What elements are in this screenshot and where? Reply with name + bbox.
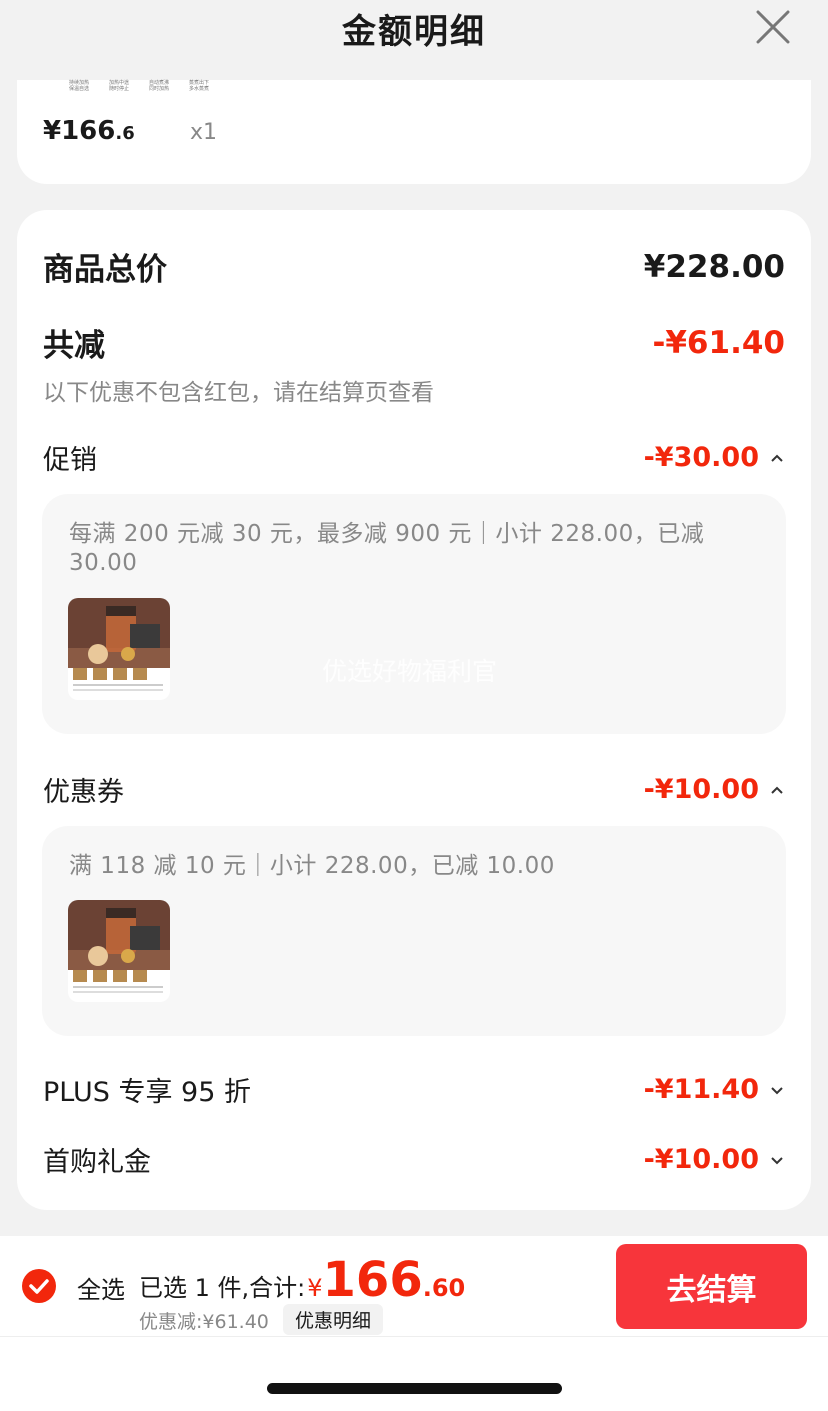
coupon-value-wrap: -¥10.00 [644,774,785,805]
coupon-label: 优惠券 [43,777,124,808]
plus-value-wrap: -¥11.40 [644,1074,785,1105]
redpacket-note: 以下优惠不包含红包，请在结算页查看 [43,380,434,406]
modal-header: 金额明细 [0,0,828,70]
discount-summary: 优惠减:¥61.40 [139,1311,269,1333]
modal-title: 金额明细 [342,11,486,52]
product-image-captions: 持续加热 保温自选 加热中途 随时停止 自动煮沸 同时加热 蒸煮出下 多水蒸煮 [69,80,215,92]
caption: 加热中途 随时停止 [109,80,130,92]
select-all-checkbox[interactable] [22,1269,56,1303]
chevron-down-icon[interactable] [769,1152,785,1168]
coupon-description: 满 118 减 10 元｜小计 228.00，已减 10.00 [69,853,555,879]
chevron-up-icon[interactable] [769,782,785,798]
checkout-button[interactable]: 去结算 [616,1244,807,1329]
item-quantity: x1 [190,120,218,145]
price-breakdown-card: 商品总价 ¥228.00 共减 -¥61.40 以下优惠不包含红包，请在结算页查… [17,210,811,1210]
promo-row[interactable]: 促销 -¥30.00 [43,438,785,477]
coupon-row[interactable]: 优惠券 -¥10.00 [43,770,785,809]
total-reduce-value: -¥61.40 [652,324,786,361]
total-amount-dec: .60 [422,1274,466,1302]
total-amount-int: 166 [322,1252,423,1308]
first-purchase-value: -¥10.00 [643,1144,759,1175]
total-price-value: ¥228.00 [643,248,785,285]
product-card: 持续加热 保温自选 加热中途 随时停止 自动煮沸 同时加热 蒸煮出下 多水蒸煮 … [17,80,811,184]
home-indicator[interactable] [267,1383,562,1394]
chevron-down-icon[interactable] [769,1082,785,1098]
total-reduce-row: 共减 -¥61.40 [43,320,785,365]
plus-discount-label: PLUS 专享 95 折 [43,1077,251,1108]
chevron-up-icon[interactable] [769,450,785,466]
checkout-bar: 全选 已选 1 件,合计: ¥ 166 .60 优惠减:¥61.40 优惠明细 … [0,1236,828,1336]
product-thumbnail[interactable] [68,598,170,700]
order-summary: 已选 1 件,合计: ¥ 166 .60 [139,1252,465,1308]
select-all-label[interactable]: 全选 [77,1270,125,1305]
first-purchase-label: 首购礼金 [43,1147,151,1178]
promo-detail-panel: 每满 200 元减 30 元，最多减 900 元｜小计 228.00，已减 30… [42,494,786,734]
item-price: ¥166.6 [43,116,135,146]
promo-value: -¥30.00 [643,442,759,473]
discount-detail-button[interactable]: 优惠明细 [283,1304,384,1335]
caption: 自动煮沸 同时加热 [149,80,170,92]
selected-count-text: 已选 1 件,合计: [139,1274,306,1302]
caption: 持续加热 保温自选 [69,80,90,92]
close-icon[interactable] [754,8,792,46]
product-thumbnail[interactable] [68,900,170,1002]
caption: 蒸煮出下 多水蒸煮 [189,80,210,92]
home-indicator-area [0,1336,828,1411]
total-reduce-label: 共减 [43,328,105,364]
plus-discount-value: -¥11.40 [643,1074,759,1105]
total-price-label: 商品总价 [43,252,167,288]
coupon-detail-panel: 满 118 减 10 元｜小计 228.00，已减 10.00 [42,826,786,1036]
promo-value-wrap: -¥30.00 [644,442,785,473]
promo-description: 每满 200 元减 30 元，最多减 900 元｜小计 228.00，已减 30… [69,521,705,576]
promo-label: 促销 [43,445,97,476]
total-price-row: 商品总价 ¥228.00 [43,244,785,289]
first-purchase-row[interactable]: 首购礼金 -¥10.00 [43,1140,785,1179]
plus-discount-row[interactable]: PLUS 专享 95 折 -¥11.40 [43,1070,785,1109]
first-purchase-value-wrap: -¥10.00 [644,1144,785,1175]
watermark-text: 优选好物福利官 [322,657,498,686]
total-currency: ¥ [307,1274,323,1302]
coupon-value: -¥10.00 [643,774,759,805]
